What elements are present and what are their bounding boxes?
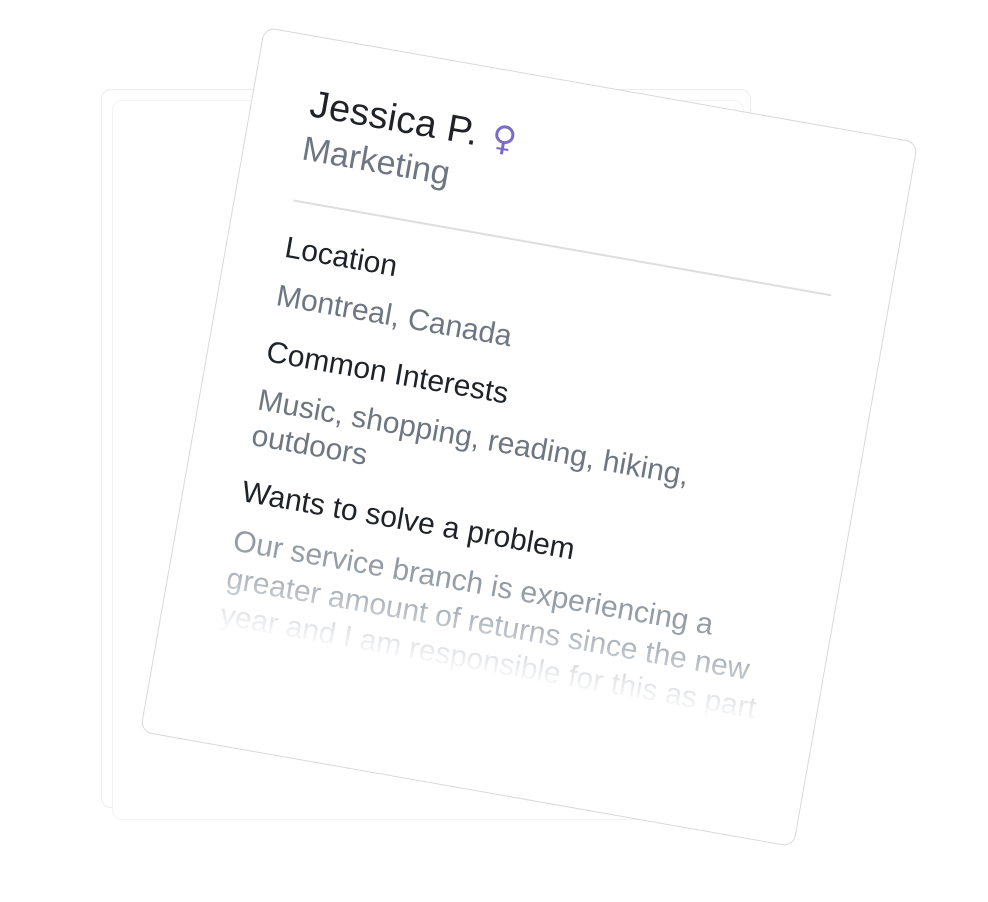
persona-card-stack: Jessica P. ♀ Marketing Location Montreal… xyxy=(0,0,988,902)
persona-card[interactable]: Jessica P. ♀ Marketing Location Montreal… xyxy=(139,26,919,848)
female-icon: ♀ xyxy=(488,117,520,162)
